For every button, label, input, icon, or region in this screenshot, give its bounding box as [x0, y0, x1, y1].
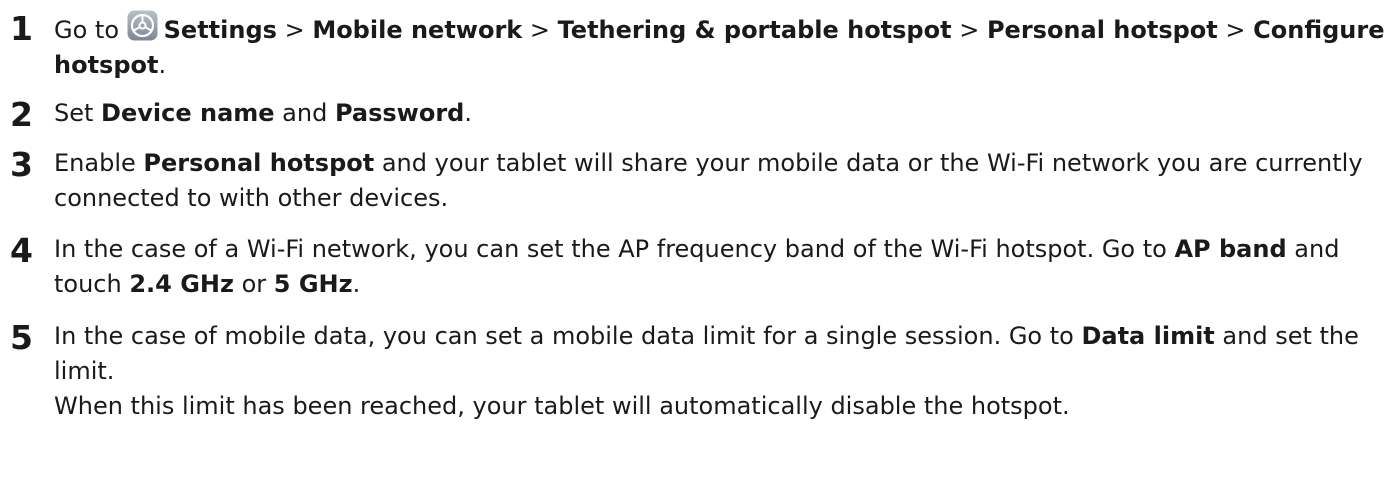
step-note: When this limit has been reached, your t…: [54, 392, 1070, 420]
device-name-label: Device name: [101, 99, 275, 127]
personal-hotspot-link: Personal hotspot: [986, 16, 1218, 44]
period: .: [464, 99, 472, 127]
step-text: or: [233, 270, 274, 298]
step-2: 2 Set Device name and Password.: [10, 95, 1390, 134]
separator: >: [1217, 16, 1254, 44]
step-number: 1: [10, 9, 33, 48]
personal-hotspot-label: Personal hotspot: [143, 149, 375, 177]
period: .: [158, 51, 167, 79]
step-text: Go to: [54, 16, 127, 44]
step-number: 3: [10, 145, 33, 184]
step-text: In the case of mobile data, you can set …: [54, 322, 1082, 350]
step-1: 1 Go to Settings > Mobile network > Teth…: [10, 10, 1390, 83]
ap-band-label: AP band: [1174, 235, 1287, 263]
band-5ghz-label: 5 GHz: [273, 270, 353, 298]
step-text: and: [274, 99, 335, 127]
separator: >: [951, 16, 987, 44]
step-text: Set: [54, 99, 102, 127]
password-label: Password: [334, 99, 465, 127]
tethering-link: Tethering & portable hotspot: [557, 16, 952, 44]
step-5: 5 In the case of mobile data, you can se…: [10, 319, 1390, 424]
separator: >: [276, 16, 313, 44]
separator: >: [522, 16, 558, 44]
step-3: 3 Enable Personal hotspot and your table…: [10, 146, 1390, 216]
period: .: [352, 270, 361, 298]
step-number: 5: [10, 318, 33, 357]
mobile-network-link: Mobile network: [312, 16, 523, 44]
settings-link: Settings: [163, 16, 277, 44]
data-limit-label: Data limit: [1081, 322, 1215, 350]
band-2-4ghz-label: 2.4 GHz: [129, 270, 234, 298]
steps-list: 1 Go to Settings > Mobile network > Teth…: [10, 6, 1390, 424]
step-number: 4: [10, 231, 33, 270]
step-number: 2: [10, 95, 33, 134]
step-4: 4 In the case of a Wi-Fi network, you ca…: [10, 232, 1390, 302]
step-text: Enable: [54, 149, 144, 177]
settings-gear-icon: [127, 10, 158, 41]
step-text: In the case of a Wi-Fi network, you can …: [54, 235, 1175, 263]
